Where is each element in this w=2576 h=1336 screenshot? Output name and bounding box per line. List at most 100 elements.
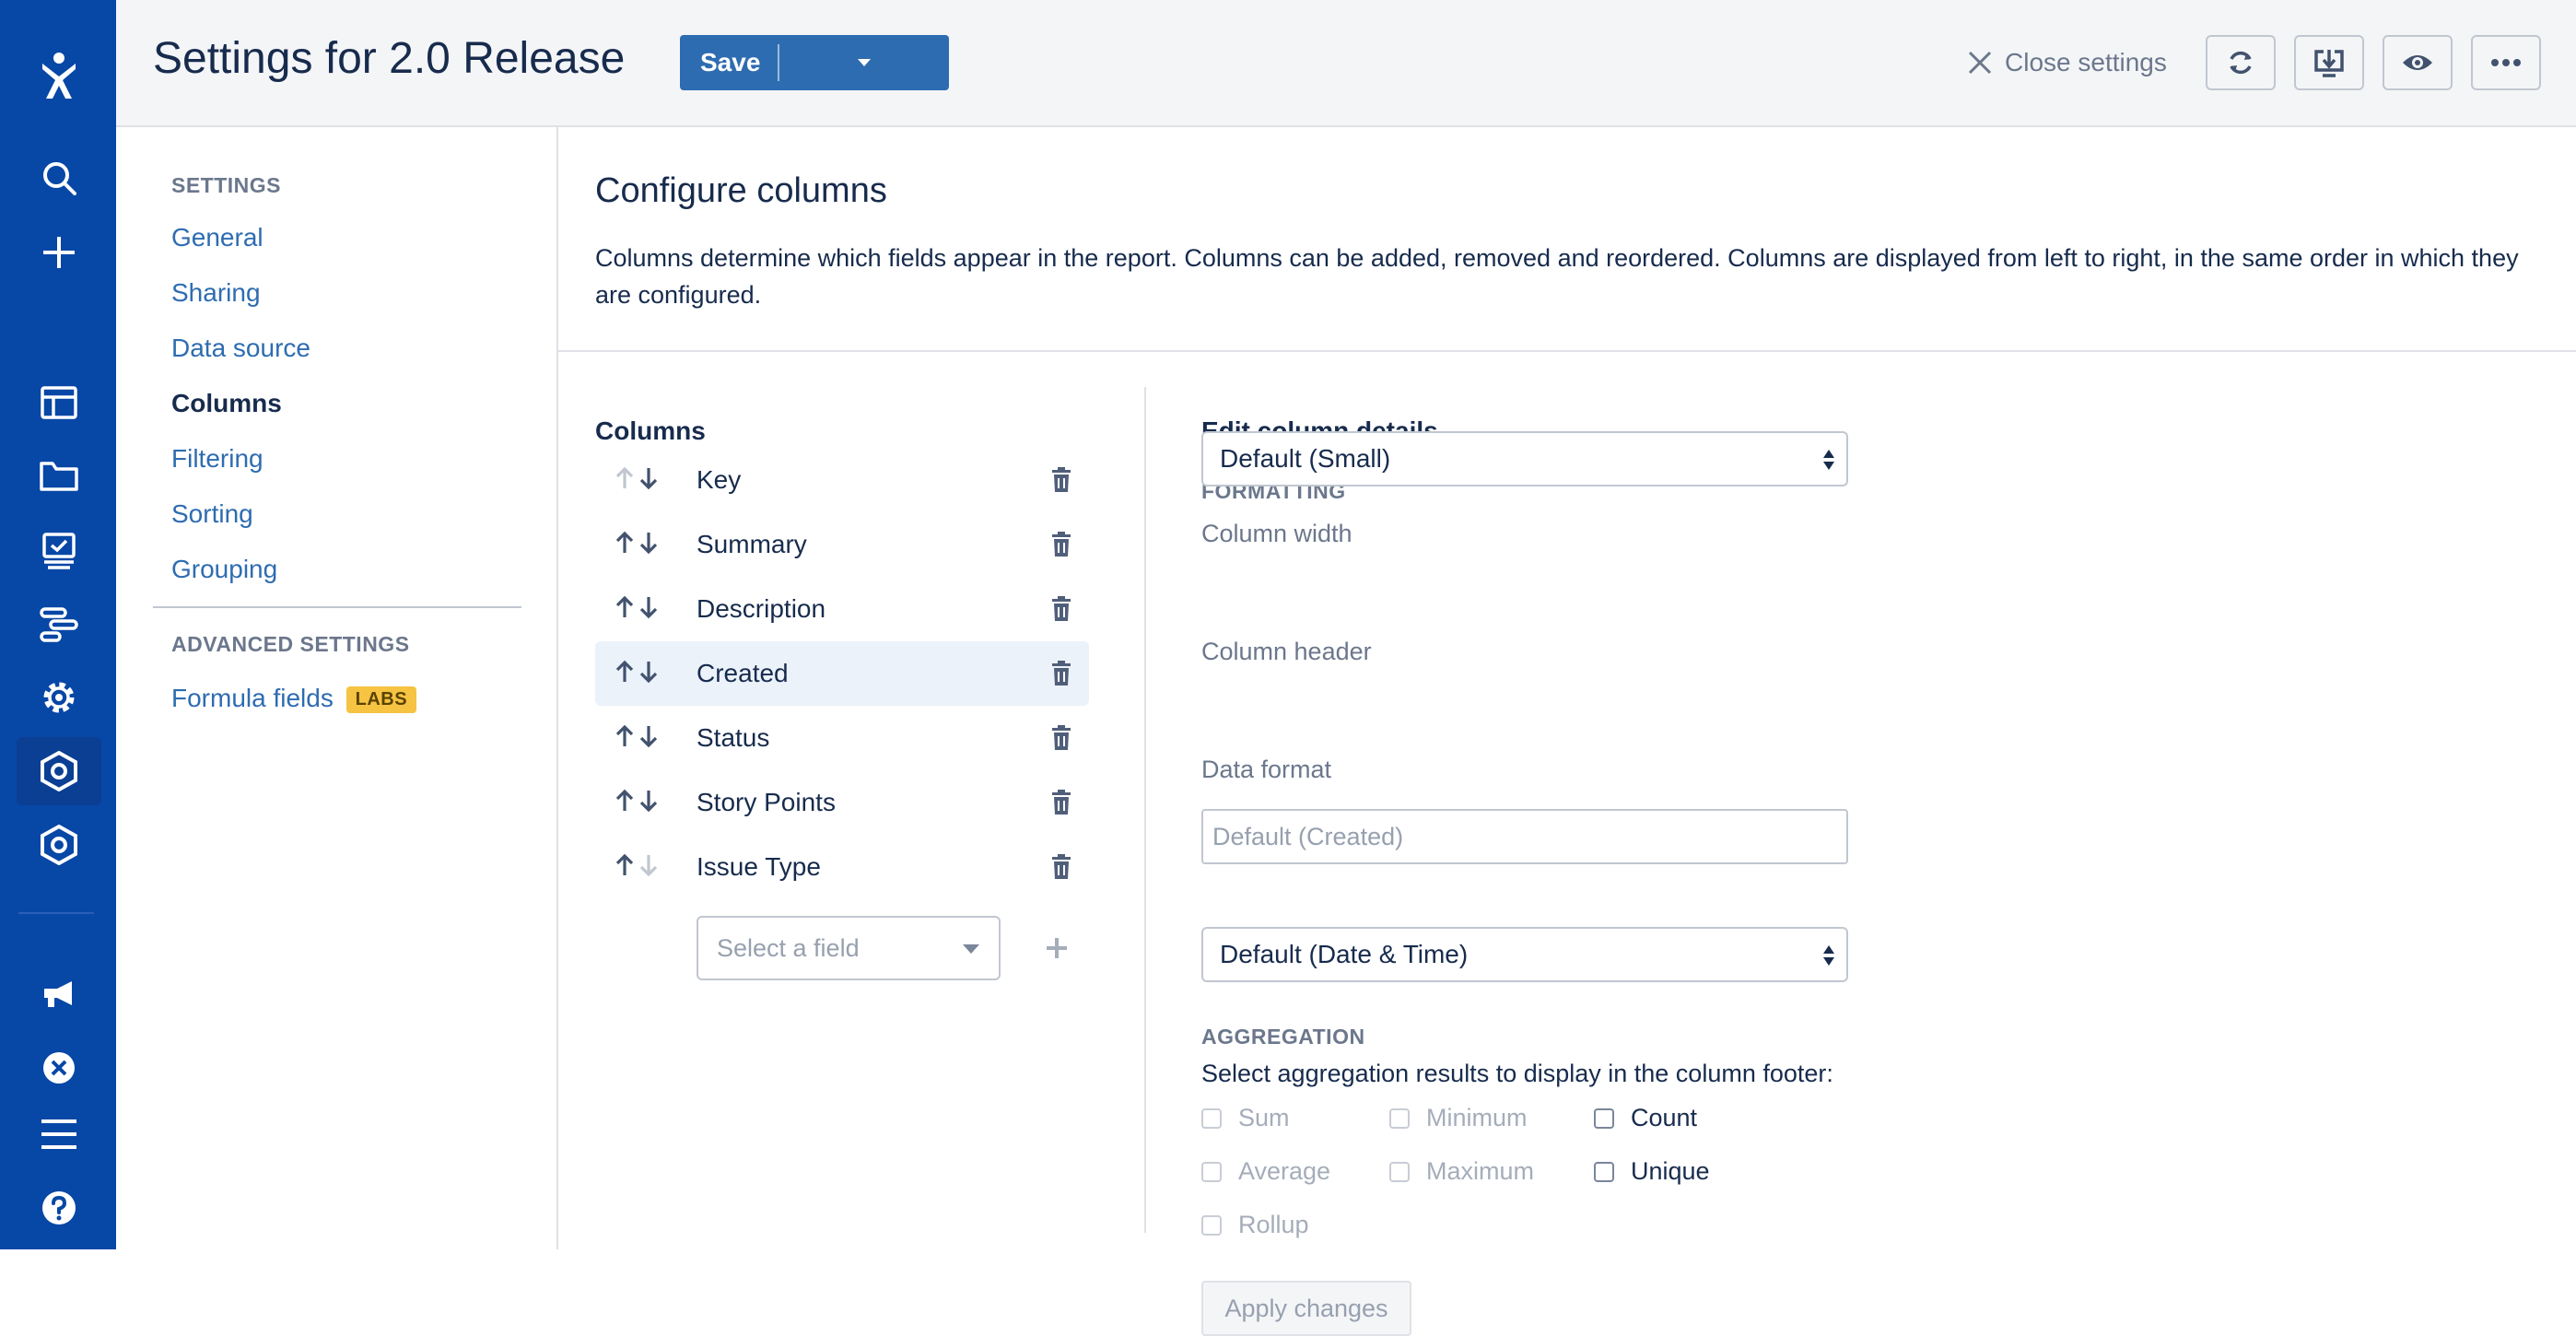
column-width-value: Default (Small) — [1220, 444, 1391, 473]
close-settings-label: Close settings — [2005, 48, 2167, 76]
trash-icon[interactable] — [1034, 725, 1089, 751]
global-nav — [0, 0, 116, 1249]
checkbox-box — [1201, 1107, 1222, 1129]
save-button[interactable]: Save — [680, 48, 778, 77]
menu-icon[interactable] — [17, 1100, 101, 1168]
reorder-arrows — [595, 789, 697, 817]
preview-button[interactable] — [2383, 35, 2453, 90]
column-name: Created — [697, 659, 789, 687]
reorder-arrows — [595, 595, 697, 624]
move-down-icon[interactable] — [639, 660, 658, 688]
app-hexagon-icon[interactable] — [17, 811, 101, 879]
select-field-dropdown[interactable]: Select a field — [697, 916, 1001, 980]
move-up-icon[interactable] — [615, 724, 634, 753]
save-button-group[interactable]: Save — [680, 35, 949, 90]
column-row[interactable]: Summary — [595, 512, 1089, 577]
page-header: Settings for 2.0 Release Save Close sett… — [116, 0, 2576, 127]
move-down-icon[interactable] — [639, 724, 658, 753]
column-row[interactable]: Created — [595, 641, 1089, 706]
average-checkbox[interactable]: Average — [1201, 1157, 1330, 1186]
move-up-icon[interactable] — [615, 660, 634, 688]
settings-sidebar: SETTINGS General Sharing Data source Col… — [116, 127, 558, 1249]
checkbox-box — [1201, 1214, 1222, 1236]
column-row[interactable]: Status — [595, 706, 1089, 770]
move-down-icon[interactable] — [639, 789, 658, 817]
section-description: Columns determine which fields appear in… — [595, 244, 2519, 309]
sidebar-item-data-source[interactable]: Data source — [171, 334, 310, 363]
chevron-down-icon — [963, 944, 979, 954]
trash-icon[interactable] — [1034, 596, 1089, 622]
eye-icon — [2403, 55, 2432, 70]
sidebar-item-sorting[interactable]: Sorting — [171, 499, 253, 529]
data-format-select[interactable]: Default (Date & Time) — [1201, 927, 1848, 982]
help-icon[interactable] — [17, 1174, 101, 1242]
column-header-input[interactable]: Default (Created) — [1201, 809, 1848, 864]
close-circle-icon[interactable] — [17, 1034, 101, 1102]
refresh-button[interactable] — [2206, 35, 2276, 90]
search-icon[interactable] — [17, 144, 101, 212]
column-name: Summary — [697, 530, 807, 558]
column-row[interactable]: Issue Type — [595, 835, 1089, 899]
maximum-checkbox[interactable]: Maximum — [1389, 1157, 1534, 1186]
move-down-icon[interactable] — [639, 531, 658, 559]
close-icon — [1968, 51, 1992, 75]
sidebar-item-general[interactable]: General — [171, 223, 263, 252]
move-up-icon[interactable] — [615, 595, 634, 624]
minimum-label: Minimum — [1426, 1104, 1528, 1131]
roadmap-icon[interactable] — [17, 591, 101, 659]
create-plus-icon[interactable] — [17, 218, 101, 287]
move-down-icon[interactable] — [639, 466, 658, 495]
add-column-plus-icon[interactable] — [1045, 936, 1069, 960]
sidebar-item-sharing[interactable]: Sharing — [171, 278, 261, 308]
checkbox-box — [1389, 1107, 1410, 1129]
move-up-icon[interactable] — [615, 531, 634, 559]
reorder-arrows — [595, 531, 697, 559]
apply-changes-button[interactable]: Apply changes — [1201, 1281, 1411, 1336]
close-settings-link[interactable]: Close settings — [1968, 41, 2167, 85]
move-down-icon[interactable] — [639, 595, 658, 624]
settings-heading: SETTINGS — [171, 173, 282, 197]
sidebar-item-filtering[interactable]: Filtering — [171, 444, 263, 474]
column-width-select[interactable]: Default (Small) — [1201, 431, 1848, 486]
download-icon — [2314, 50, 2344, 77]
column-name: Issue Type — [697, 852, 821, 881]
unique-checkbox[interactable]: Unique — [1594, 1157, 1710, 1186]
sum-label: Sum — [1238, 1104, 1290, 1131]
move-up-icon[interactable] — [615, 789, 634, 817]
more-actions-button[interactable] — [2471, 35, 2541, 90]
move-up-icon[interactable] — [615, 853, 634, 882]
rollup-checkbox[interactable]: Rollup — [1201, 1211, 1309, 1239]
count-checkbox[interactable]: Count — [1594, 1104, 1697, 1132]
column-row[interactable]: Story Points — [595, 770, 1089, 835]
column-name: Status — [697, 723, 770, 752]
folder-icon[interactable] — [17, 442, 101, 510]
trash-icon[interactable] — [1034, 532, 1089, 557]
trash-icon[interactable] — [1034, 467, 1089, 493]
save-dropdown-caret-icon[interactable] — [779, 57, 949, 68]
app-hexagon-icon-active[interactable] — [17, 737, 101, 805]
trash-icon[interactable] — [1034, 790, 1089, 815]
column-row[interactable]: Description — [595, 577, 1089, 641]
reorder-arrows — [595, 724, 697, 753]
data-format-label: Data format — [1201, 756, 1332, 783]
sum-checkbox[interactable]: Sum — [1201, 1104, 1290, 1132]
minimum-checkbox[interactable]: Minimum — [1389, 1104, 1528, 1132]
data-format-value: Default (Date & Time) — [1220, 940, 1469, 968]
megaphone-icon[interactable] — [17, 960, 101, 1028]
sidebar-item-formula-fields[interactable]: Formula fields LABS — [171, 684, 417, 714]
trash-icon[interactable] — [1034, 854, 1089, 880]
columns-heading: Columns — [595, 416, 706, 445]
sidebar-item-columns[interactable]: Columns — [171, 389, 282, 418]
trash-icon[interactable] — [1034, 661, 1089, 686]
jira-logo-icon[interactable] — [17, 41, 101, 112]
formula-fields-label: Formula fields — [171, 684, 334, 712]
sidebar-item-grouping[interactable]: Grouping — [171, 555, 277, 584]
export-button[interactable] — [2294, 35, 2364, 90]
column-header-label: Column header — [1201, 638, 1372, 665]
board-icon[interactable] — [17, 369, 101, 437]
reports-icon[interactable] — [17, 517, 101, 585]
column-row[interactable]: Key — [595, 448, 1089, 512]
select-arrows-icon — [1823, 945, 1834, 966]
gear-icon[interactable] — [17, 663, 101, 732]
labs-badge: LABS — [345, 686, 417, 714]
